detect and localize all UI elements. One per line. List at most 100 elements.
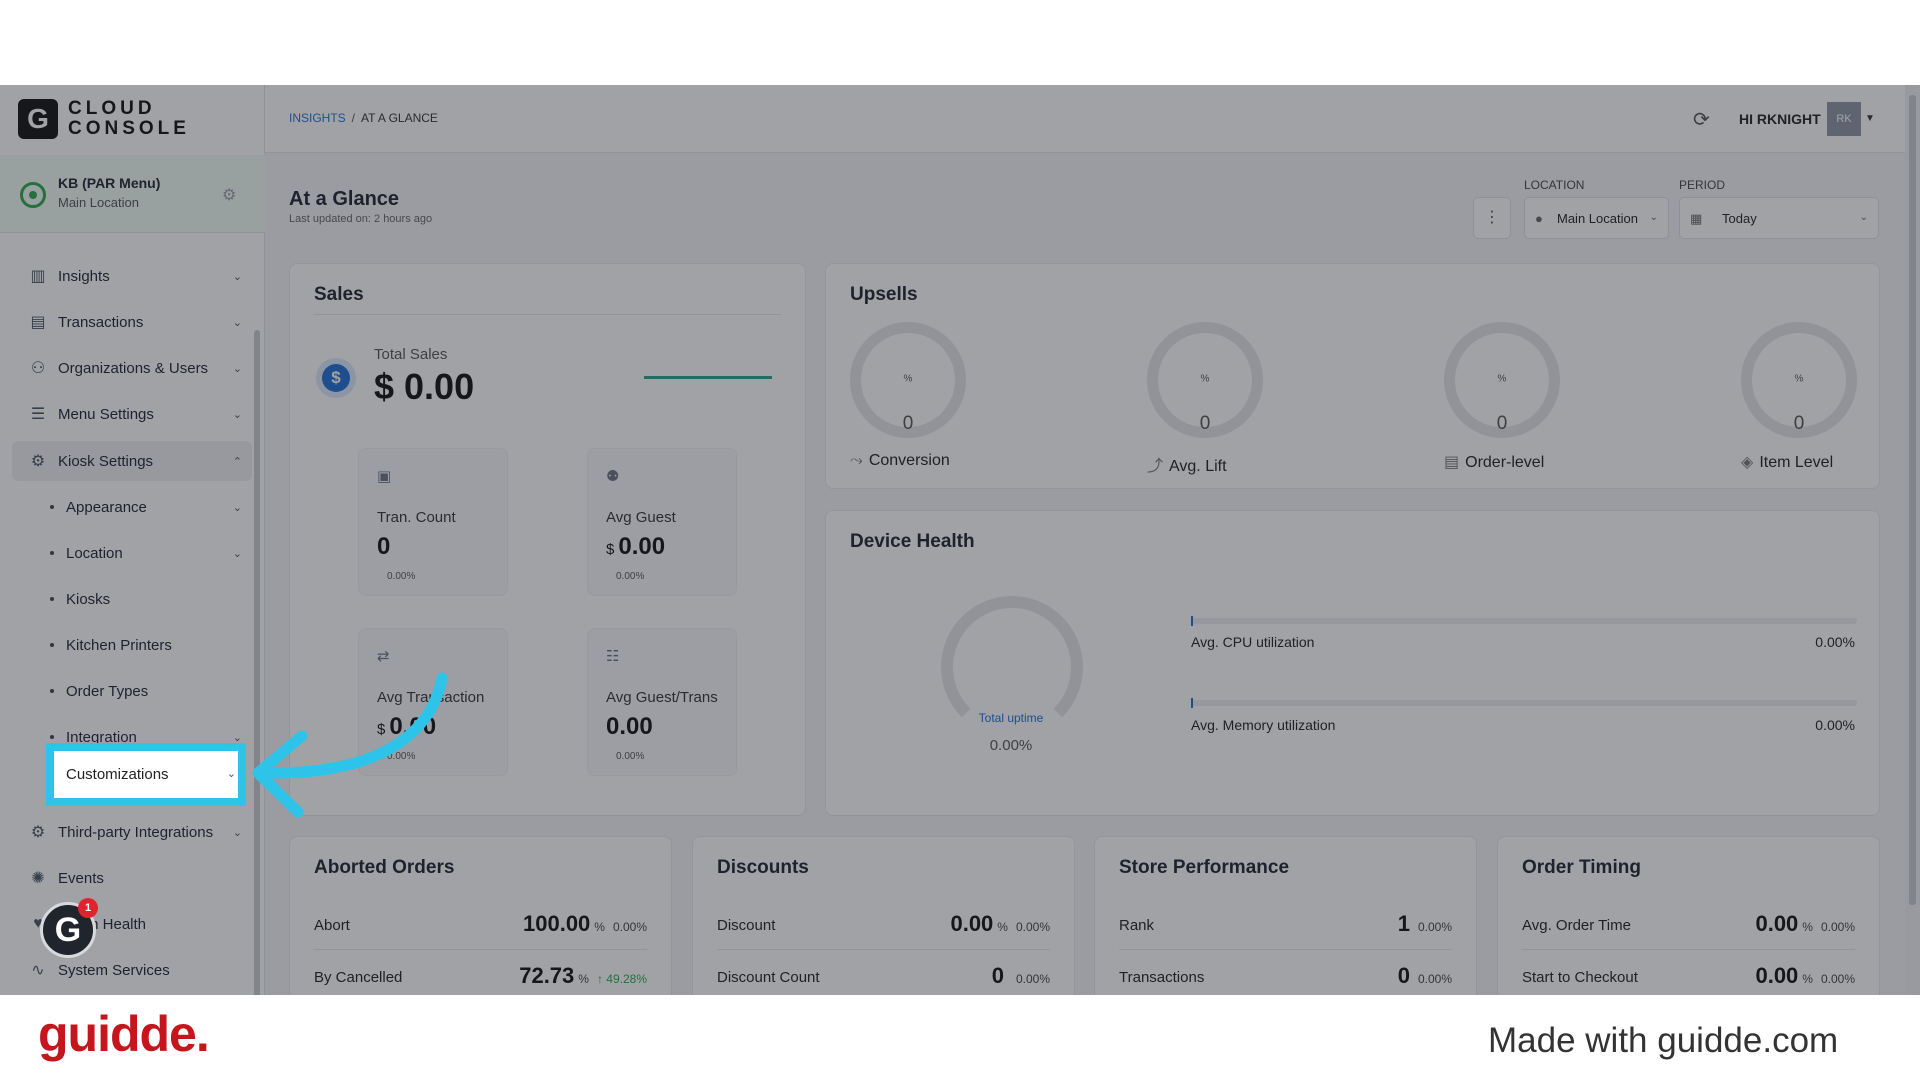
dollar-icon: $ bbox=[316, 358, 356, 398]
sidebar-item-kiosk-settings[interactable]: ⚙ Kiosk Settings ⌃ bbox=[12, 441, 252, 481]
caret-down-icon[interactable]: ▼ bbox=[1865, 113, 1875, 124]
upsells-card: Upsells 0% ⤳ Conversion 0% ⤴ Avg. Lift 0% … bbox=[825, 263, 1880, 489]
sidebar-item-menu-settings[interactable]: ☰ Menu Settings ⌄ bbox=[12, 394, 252, 434]
gear-icon: ⚙ bbox=[30, 824, 46, 841]
org-tree-icon: ⚇ bbox=[30, 360, 46, 377]
store-performance-card: Store Performance Rank 1 0.00% Transactio… bbox=[1094, 836, 1477, 995]
notification-count-badge: 1 bbox=[78, 898, 98, 918]
total-sales-value: $ 0.00 bbox=[374, 366, 475, 407]
location-name: KB (PAR Menu) bbox=[58, 175, 161, 191]
location-pin-icon bbox=[20, 182, 46, 208]
breadcrumb-current: AT A GLANCE bbox=[361, 111, 438, 125]
sidebar-item-kitchen-printers[interactable]: Kitchen Printers bbox=[12, 625, 252, 665]
avg-lift-label: ⤴ Avg. Lift bbox=[1147, 458, 1227, 475]
tran-count-tile: ▣ Tran. Count 0 0.00% bbox=[358, 448, 508, 596]
location-filter[interactable]: ● Main Location ⌄ bbox=[1524, 197, 1669, 239]
period-filter[interactable]: ▦ Today ⌄ bbox=[1679, 197, 1879, 239]
order-timing-card: Order Timing Avg. Order Time 0.00% 0.00% … bbox=[1497, 836, 1880, 995]
chevron-down-icon: ⌄ bbox=[232, 826, 242, 839]
sidebar-item-insights[interactable]: ▥ Insights ⌄ bbox=[12, 256, 252, 296]
chevron-down-icon: ⌄ bbox=[226, 768, 236, 780]
main-content: INSIGHTS / AT A GLANCE ⟳ HI RKNIGHT RK ▼ A… bbox=[265, 85, 1920, 995]
number-icon: ▣ bbox=[377, 468, 392, 485]
list-item: Avg. Order Time 0.00% 0.00% bbox=[1522, 911, 1855, 936]
upsells-title: Upsells bbox=[850, 284, 918, 305]
chevron-down-icon: ⌄ bbox=[1859, 212, 1868, 223]
sidebar-item-events[interactable]: ✺ Events bbox=[12, 858, 252, 898]
breadcrumb-insights[interactable]: INSIGHTS bbox=[289, 111, 346, 125]
chevron-down-icon: ⌄ bbox=[232, 270, 242, 283]
main-scrollbar[interactable] bbox=[1905, 85, 1920, 995]
total-sales-label: Total Sales bbox=[374, 346, 448, 363]
made-with-text: Made with guidde.com bbox=[1488, 1021, 1839, 1060]
avg-guest-trans-tile: ☷ Avg Guest/Trans 0.00 0.00% bbox=[587, 628, 737, 776]
logo[interactable]: G CLOUD CONSOLE bbox=[18, 99, 190, 139]
logo-mark: G bbox=[18, 99, 58, 139]
location-sub: Main Location bbox=[58, 195, 139, 210]
receipt-icon: ▤ bbox=[30, 314, 46, 331]
chevron-up-icon: ⌃ bbox=[232, 455, 242, 468]
conversion-label: ⤳ Conversion bbox=[850, 452, 950, 469]
pointer-arrow bbox=[252, 672, 448, 818]
sidebar-item-customizations[interactable]: Customizations ⌄ bbox=[46, 743, 246, 806]
memory-utilization-label: Avg. Memory utilization bbox=[1191, 717, 1336, 733]
bullet bbox=[50, 597, 54, 601]
chevron-down-icon: ⌄ bbox=[232, 408, 242, 421]
list-item: Transactions 0 0.00% bbox=[1119, 963, 1452, 988]
location-filter-label: LOCATION bbox=[1524, 178, 1585, 192]
last-updated: Last updated on: 2 hours ago bbox=[289, 213, 433, 225]
aborted-orders-card: Aborted Orders Abort 100.00% 0.00% By Can… bbox=[289, 836, 672, 995]
conversion-donut: 0% bbox=[850, 322, 966, 438]
gear-icon[interactable]: ⚙ bbox=[222, 185, 236, 205]
screen: G CLOUD CONSOLE KB (PAR Menu) Main Locat… bbox=[0, 0, 1920, 1080]
page-title: At a Glance bbox=[289, 188, 400, 210]
memory-utilization-value: 0.00% bbox=[1815, 717, 1855, 733]
breadcrumb: INSIGHTS / AT A GLANCE bbox=[289, 111, 438, 125]
sidebar-item-kiosks[interactable]: Kiosks bbox=[12, 579, 252, 619]
chevron-down-icon: ⌄ bbox=[232, 316, 242, 329]
palette-icon: ✺ bbox=[31, 870, 45, 887]
device-health-title: Device Health bbox=[850, 531, 975, 552]
location-selector[interactable]: KB (PAR Menu) Main Location ⚙ bbox=[0, 155, 265, 233]
cloud-console-app: G CLOUD CONSOLE KB (PAR Menu) Main Locat… bbox=[0, 85, 1920, 995]
sidebar-item-organizations-users[interactable]: ⚇ Organizations & Users ⌄ bbox=[12, 348, 252, 388]
user-greeting[interactable]: HI RKNIGHT bbox=[1739, 111, 1821, 127]
bullet bbox=[50, 551, 54, 555]
sidebar-item-order-types[interactable]: Order Types bbox=[12, 671, 252, 711]
footer: guidde. Made with guidde.com bbox=[0, 995, 1920, 1080]
chevron-down-icon: ⌄ bbox=[232, 362, 242, 375]
cpu-utilization-label: Avg. CPU utilization bbox=[1191, 634, 1315, 650]
chevron-down-icon: ⌄ bbox=[232, 501, 242, 514]
cpu-utilization-bar bbox=[1191, 616, 1857, 626]
refresh-icon[interactable]: ⟳ bbox=[1693, 107, 1710, 132]
sidebar-item-transactions[interactable]: ▤ Transactions ⌄ bbox=[12, 302, 252, 342]
sales-title: Sales bbox=[314, 284, 364, 305]
sidebar: G CLOUD CONSOLE KB (PAR Menu) Main Locat… bbox=[0, 85, 265, 995]
sidebar-item-system-services[interactable]: ∿ System Services bbox=[12, 950, 252, 990]
sidebar-scrollbar[interactable] bbox=[254, 330, 260, 995]
box-icon: ◈ bbox=[1741, 454, 1754, 471]
swap-icon: ⇄ bbox=[377, 648, 390, 665]
avatar[interactable]: RK bbox=[1827, 102, 1861, 136]
avg-lift-donut: 0% bbox=[1147, 322, 1263, 438]
map-pin-icon: ● bbox=[1535, 211, 1543, 226]
uptime-label: Total uptime bbox=[978, 711, 1044, 725]
avg-guest-tile: ⚉ Avg Guest $0.00 0.00% bbox=[587, 448, 737, 596]
list-icon: ▤ bbox=[1444, 454, 1460, 471]
period-filter-label: PERIOD bbox=[1679, 178, 1726, 192]
user-list-icon: ☷ bbox=[606, 648, 620, 665]
sidebar-item-appearance[interactable]: Appearance ⌄ bbox=[12, 487, 252, 527]
bullet bbox=[50, 505, 54, 509]
lift-icon: ⤴ bbox=[1147, 458, 1164, 475]
guidde-logo: guidde. bbox=[38, 1006, 210, 1062]
sidebar-item-third-party-integrations[interactable]: ⚙ Third-party Integrations ⌄ bbox=[12, 812, 252, 852]
sidebar-item-location[interactable]: Location ⌄ bbox=[12, 533, 252, 573]
more-options-button[interactable]: ⋮ bbox=[1473, 197, 1511, 239]
item-level-donut: 0% bbox=[1741, 322, 1857, 438]
top-bar: INSIGHTS / AT A GLANCE ⟳ HI RKNIGHT RK ▼ bbox=[265, 85, 1905, 153]
list-item: Abort 100.00% 0.00% bbox=[314, 911, 647, 936]
list-item: Discount Count 0 0.00% bbox=[717, 963, 1050, 988]
chart-icon: ▥ bbox=[30, 268, 46, 285]
users-icon: ⚉ bbox=[606, 468, 620, 485]
calendar-icon: ▦ bbox=[1690, 211, 1703, 226]
